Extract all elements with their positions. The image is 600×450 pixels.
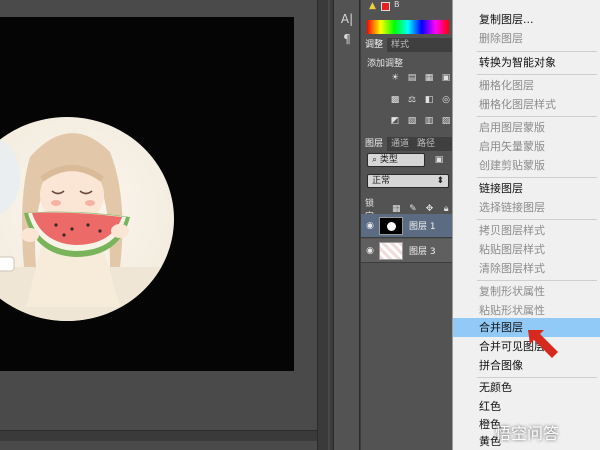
layer-context-menu: 复制图层... 删除图层 转换为智能对象 栅格化图层 栅格化图层样式 启用图层蒙… [452, 0, 600, 450]
menu-separator [477, 116, 597, 117]
tab-channels[interactable]: 通道 [387, 137, 413, 151]
paragraph-panel-icon[interactable]: ¶ [340, 32, 354, 46]
layer-row-1[interactable]: ◉ 图层 1 [361, 214, 452, 238]
black-white-icon[interactable]: ◧ [423, 95, 435, 106]
horizontal-scrollbar[interactable] [0, 430, 317, 441]
hue-saturation-icon[interactable]: ▩ [389, 95, 401, 106]
menu-separator [477, 74, 597, 75]
lock-transparent-icon[interactable]: ▦ [390, 204, 402, 215]
menu-item-convert-smart-object[interactable]: 转换为智能对象 [453, 53, 600, 72]
color-panel: ▲ B [361, 0, 452, 38]
document-workspace[interactable] [0, 0, 330, 450]
layer-row-2[interactable]: ◉ 图层 3 [361, 239, 452, 263]
illustration-drawing [0, 133, 174, 321]
menu-item-clear-layer-style[interactable]: 清除图层样式 [453, 259, 600, 278]
menu-separator [477, 177, 597, 178]
menu-item-select-linked-layers[interactable]: 选择链接图层 [453, 198, 600, 217]
search-icon: ⌕ [372, 155, 380, 165]
menu-item-enable-layer-mask[interactable]: 启用图层蒙版 [453, 118, 600, 137]
layer-name: 图层 1 [409, 222, 436, 232]
menu-item-color-red[interactable]: 红色 [453, 397, 600, 416]
chevron-updown-icon: ⬍ [436, 176, 444, 186]
document-canvas[interactable] [0, 17, 294, 371]
blend-mode-value: 正常 [372, 176, 391, 186]
threshold-icon[interactable]: ▥ [423, 116, 435, 127]
filter-kind-value: 类型 [379, 155, 398, 165]
warning-icon: ▲ [369, 1, 376, 11]
layers-tabbar: 图层 通道 路径 [361, 137, 452, 151]
menu-item-delete-layer[interactable]: 删除图层 [453, 29, 600, 48]
color-balance-icon[interactable]: ⚖ [406, 95, 418, 106]
exposure-icon[interactable]: ▣ [440, 73, 452, 84]
tab-adjustments[interactable]: 调整 [361, 38, 388, 52]
brightness-icon[interactable]: ☀ [389, 73, 401, 84]
menu-item-rasterize-layer[interactable]: 栅格化图层 [453, 76, 600, 95]
menu-item-enable-vector-mask[interactable]: 启用矢量蒙版 [453, 137, 600, 156]
layer-filter-select[interactable]: ⌕ 类型 [367, 153, 425, 167]
image-filter-icon[interactable]: ▣ [433, 155, 445, 166]
layer-name: 图层 3 [409, 247, 436, 257]
menu-item-color-none[interactable]: 无颜色 [453, 378, 600, 397]
gradient-map-icon[interactable]: ▨ [440, 116, 452, 127]
menu-separator [477, 280, 597, 281]
menu-item-create-clipping-mask[interactable]: 创建剪贴蒙版 [453, 156, 600, 175]
color-mode-icon[interactable]: B [394, 0, 400, 9]
menu-item-duplicate-layer[interactable]: 复制图层... [453, 10, 600, 29]
lock-all-icon[interactable]: 🔒︎ [440, 204, 452, 215]
watermark-text: 悟空问答 [495, 424, 560, 443]
menu-separator [477, 51, 597, 52]
posterize-icon[interactable]: ▧ [406, 116, 418, 127]
menu-item-copy-layer-style[interactable]: 拷贝图层样式 [453, 221, 600, 240]
girl-eating-watermelon-image [0, 117, 174, 321]
lock-brush-icon[interactable]: ✎ [407, 204, 419, 215]
color-spectrum-bar[interactable] [367, 20, 449, 34]
photo-filter-icon[interactable]: ◎ [440, 95, 452, 106]
tab-layers[interactable]: 图层 [361, 137, 388, 151]
curves-icon[interactable]: ▦ [423, 73, 435, 84]
eye-icon[interactable]: ◉ [361, 246, 379, 256]
adjustment-icons-row-1: ☀ ▤ ▦ ▣ [389, 73, 452, 84]
menu-item-paste-layer-style[interactable]: 粘贴图层样式 [453, 240, 600, 259]
menu-separator [477, 219, 597, 220]
add-adjustment-label: 添加调整 [367, 59, 404, 69]
tab-styles[interactable]: 样式 [387, 38, 413, 52]
lock-move-icon[interactable]: ✥ [424, 204, 436, 215]
character-panel-icon[interactable]: A| [340, 12, 354, 26]
foreground-color-swatch[interactable] [381, 2, 390, 11]
adjustment-icons-row-3: ◩ ▧ ▥ ▨ [389, 116, 452, 127]
menu-item-link-layers[interactable]: 链接图层 [453, 179, 600, 198]
levels-icon[interactable]: ▤ [406, 73, 418, 84]
panels-column: ▲ B 调整 样式 添加调整 ☀ ▤ ▦ ▣ ▩ ⚖ ◧ ◎ ◩ ▧ ▥ ▨ 图… [361, 0, 452, 450]
menu-item-copy-shape-attributes[interactable]: 复制形状属性 [453, 282, 600, 301]
invert-icon[interactable]: ◩ [389, 116, 401, 127]
adjustments-tabbar: 调整 样式 [361, 38, 452, 52]
layer-thumbnail [379, 241, 403, 260]
adjustment-icons-row-2: ▩ ⚖ ◧ ◎ [389, 95, 452, 106]
eye-icon[interactable]: ◉ [361, 221, 379, 231]
red-arrow-icon [528, 330, 558, 358]
vertical-scrollbar[interactable] [317, 0, 328, 450]
panel-tool-strip: A| ¶ [333, 0, 360, 450]
tab-paths[interactable]: 路径 [413, 137, 439, 151]
blend-mode-select[interactable]: 正常 ⬍ [367, 174, 449, 188]
layer-thumbnail [379, 216, 403, 235]
menu-item-rasterize-layer-style[interactable]: 栅格化图层样式 [453, 95, 600, 114]
